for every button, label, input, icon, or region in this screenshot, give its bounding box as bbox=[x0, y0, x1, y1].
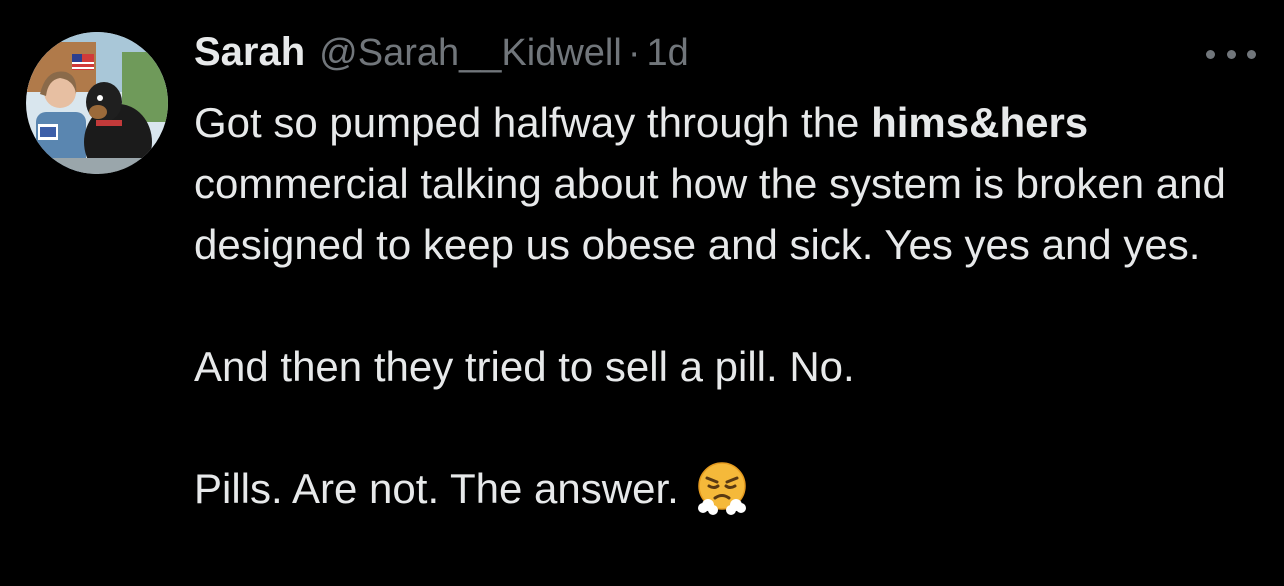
tweet-paragraph-1: Got so pumped halfway through the hims&h… bbox=[194, 92, 1254, 275]
author-avatar[interactable] bbox=[26, 32, 168, 174]
brand-mention-link[interactable]: hims&hers bbox=[871, 99, 1088, 146]
more-options-button[interactable] bbox=[1206, 44, 1256, 64]
tweet-text: Got so pumped halfway through the hims&h… bbox=[194, 92, 1254, 519]
tweet-paragraph-2: And then they tried to sell a pill. No. bbox=[194, 343, 855, 390]
tweet-text-prefix: Got so pumped halfway through the bbox=[194, 99, 872, 146]
author-name[interactable]: Sarah bbox=[194, 30, 305, 75]
more-horizontal-icon-dot-2 bbox=[1226, 49, 1236, 59]
separator-dot: · bbox=[627, 32, 641, 74]
avatar-image bbox=[26, 32, 168, 174]
more-horizontal-icon-dot-3 bbox=[1247, 49, 1256, 59]
tweet-paragraph-3-text: Pills. Are not. The answer. bbox=[194, 465, 679, 512]
author-handle[interactable]: @Sarah__Kidwell bbox=[319, 32, 622, 75]
face-with-steam-from-nose-icon bbox=[697, 462, 746, 515]
tweet-timestamp[interactable]: 1d bbox=[646, 32, 688, 75]
tweet-paragraph-3: Pills. Are not. The answer. bbox=[194, 458, 1254, 519]
tweet[interactable]: Sarah @Sarah__Kidwell · 1d Got so pumped… bbox=[0, 0, 1284, 586]
tweet-header: Sarah @Sarah__Kidwell · 1d bbox=[194, 30, 689, 80]
tweet-text-rest: commercial talking about how the system … bbox=[194, 160, 1226, 268]
more-horizontal-icon bbox=[1206, 49, 1215, 59]
